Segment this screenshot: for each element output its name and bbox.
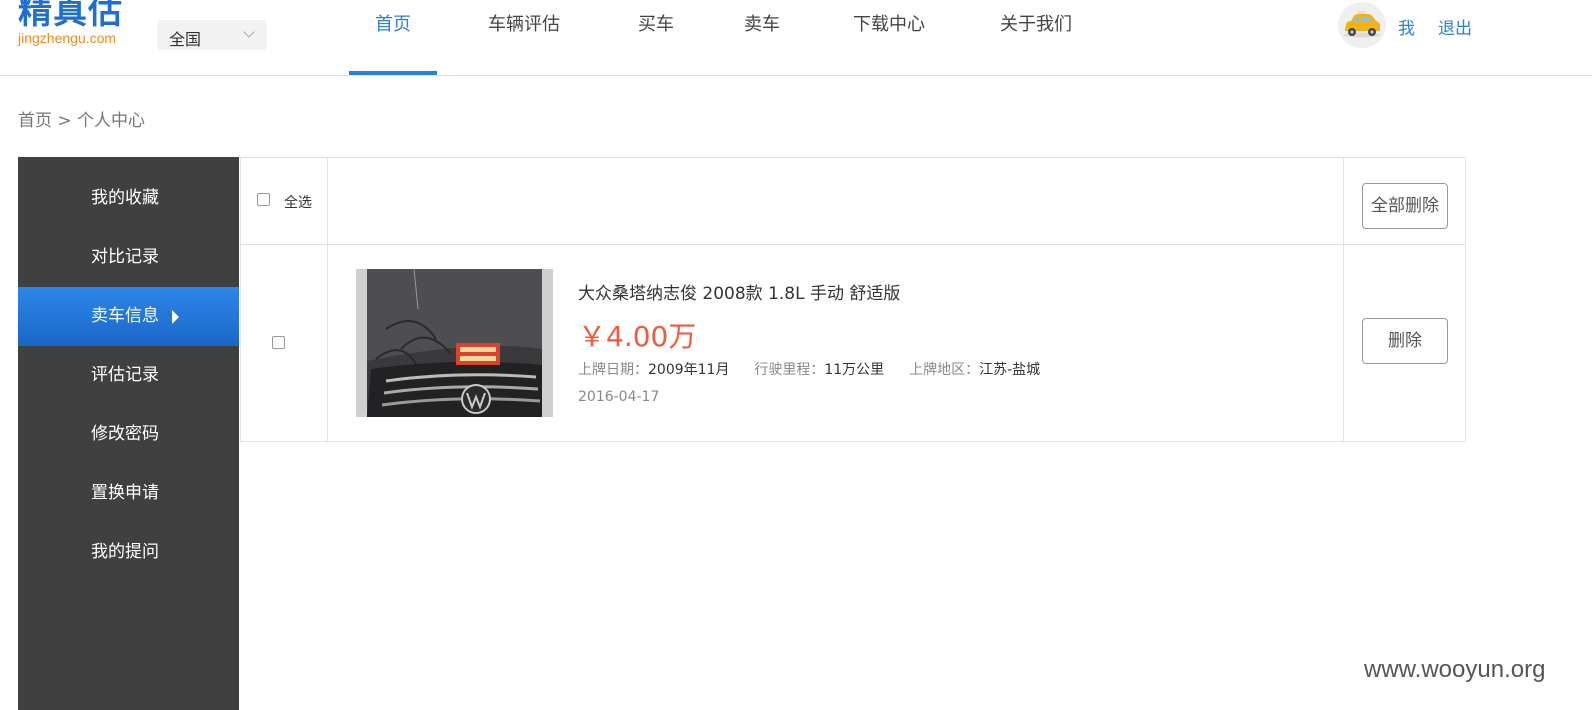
sidebar-item-label: 我的收藏	[91, 188, 159, 208]
sidebar-item-evaluation-records[interactable]: 评估记录	[18, 346, 239, 405]
car-meta: 上牌日期：2009年11月 行驶里程：11万公里 上牌地区：江苏-盐城	[578, 359, 1040, 379]
reg-date-label: 上牌日期：	[578, 362, 648, 378]
mileage-label: 行驶里程：	[754, 362, 825, 378]
region-label: 全国	[169, 30, 202, 49]
nav-about-us[interactable]: 关于我们	[996, 0, 1076, 75]
sell-info-table: 全选 全部删除 大众桑塔纳志俊 2008款 1.8L 手动 舒适版 ￥4.00万…	[240, 157, 1466, 442]
column-divider	[327, 158, 328, 441]
sidebar-item-my-questions[interactable]: 我的提问	[18, 523, 239, 582]
breadcrumb: 首页 > 个人中心	[18, 106, 145, 131]
select-all-checkbox[interactable]	[257, 193, 270, 206]
main-nav: 首页 车辆评估 买车 卖车 下载中心 关于我们	[349, 0, 1076, 75]
nav-sell-car[interactable]: 卖车	[742, 0, 782, 75]
delete-all-button[interactable]: 全部删除	[1362, 183, 1448, 229]
sidebar-item-label: 置换申请	[91, 483, 159, 503]
car-avatar-icon[interactable]	[1338, 2, 1386, 48]
breadcrumb-current: 个人中心	[77, 111, 146, 131]
car-price: ￥4.00万	[578, 320, 697, 353]
breadcrumb-home[interactable]: 首页	[18, 111, 52, 131]
row-divider	[241, 244, 1465, 245]
top-header: 精真估 jingzhengu.com 全国 首页 车辆评估 买车 卖车 下载中心…	[0, 0, 1592, 76]
sidebar-item-trade-in-request[interactable]: 置换申请	[18, 464, 239, 523]
nav-home[interactable]: 首页	[349, 0, 437, 75]
user-center-sidebar: 我的收藏 对比记录 卖车信息 评估记录 修改密码 置换申请 我的提问	[18, 157, 239, 710]
sidebar-item-sell-info[interactable]: 卖车信息	[18, 287, 239, 346]
sidebar-item-compare-records[interactable]: 对比记录	[18, 228, 239, 287]
sidebar-item-change-password[interactable]: 修改密码	[18, 405, 239, 464]
logo-domain: jingzhengu.com	[18, 30, 117, 46]
nav-buy-car[interactable]: 买车	[636, 0, 676, 75]
sidebar-item-label: 修改密码	[91, 424, 159, 444]
select-all-label: 全选	[284, 195, 312, 211]
reg-date-value: 2009年11月	[648, 362, 730, 378]
watermark: www.wooyun.org	[1364, 656, 1546, 683]
sidebar-item-label: 我的提问	[91, 542, 159, 562]
logo-text: 精真估	[18, 0, 123, 32]
delete-button[interactable]: 删除	[1362, 318, 1448, 364]
chevron-down-icon	[243, 26, 255, 38]
posted-date: 2016-04-17	[578, 389, 660, 405]
reg-region-label: 上牌地区：	[909, 362, 980, 378]
sidebar-item-label: 对比记录	[91, 247, 159, 267]
site-logo[interactable]: 精真估 jingzhengu.com	[18, 0, 123, 46]
nav-download-center[interactable]: 下载中心	[849, 0, 929, 75]
nav-vehicle-evaluation[interactable]: 车辆评估	[480, 0, 568, 75]
sidebar-item-label: 评估记录	[91, 365, 159, 385]
my-account-link[interactable]: 我	[1398, 14, 1415, 39]
sidebar-item-label: 卖车信息	[91, 306, 159, 326]
row-select-checkbox[interactable]	[272, 336, 285, 349]
caret-right-icon	[172, 310, 179, 324]
region-selector[interactable]: 全国	[157, 20, 267, 50]
sidebar-item-favorites[interactable]: 我的收藏	[18, 169, 239, 228]
mileage-value: 11万公里	[824, 362, 885, 378]
column-divider	[1343, 158, 1344, 441]
reg-region-value: 江苏-盐城	[979, 362, 1041, 378]
breadcrumb-separator: >	[57, 111, 72, 131]
car-thumbnail[interactable]	[356, 269, 553, 417]
car-title[interactable]: 大众桑塔纳志俊 2008款 1.8L 手动 舒适版	[578, 279, 900, 304]
logout-link[interactable]: 退出	[1438, 14, 1472, 39]
